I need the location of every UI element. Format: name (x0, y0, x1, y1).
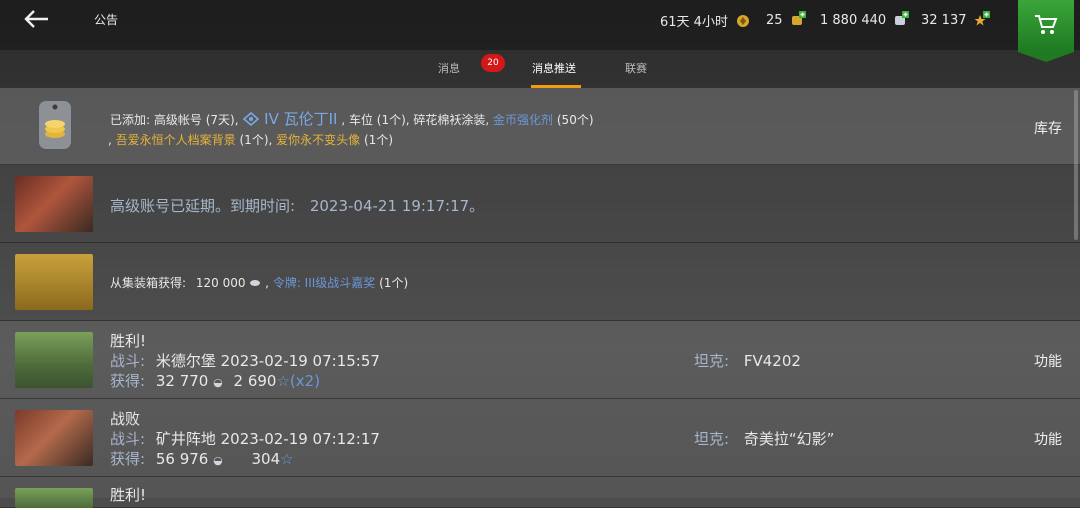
shop-button[interactable] (1018, 0, 1074, 62)
star-gold-icon[interactable] (974, 11, 990, 27)
gold-coins-icon[interactable] (790, 11, 806, 27)
silver-coin-icon (250, 280, 261, 286)
dog-tag-icon (37, 99, 73, 151)
battle-earnings: 获得: 56 976 ◒ 304☆ (110, 450, 294, 468)
battle-result: 胜利! (110, 486, 147, 504)
tank-tier-icon (243, 111, 260, 127)
reward-line-1: 已添加: 高级帐号 (7天), IV 瓦伦丁II , 车位 (1个), 碎花棉袄… (110, 110, 594, 128)
items-counter: 25 (766, 11, 806, 28)
battle-result: 战败 (110, 410, 141, 428)
battle-info: 战斗: 米德尔堡 2023-02-19 07:15:57 (110, 352, 380, 370)
premium-medal-icon (737, 15, 750, 27)
silver-coins-icon[interactable] (893, 11, 910, 27)
container-reward-text: 从集装箱获得: 120 000 , 令牌: III级战斗嘉奖 (1个) (110, 276, 409, 290)
gold-counter: 32 137 (921, 11, 990, 28)
battle-info: 战斗: 矿井阵地 2023-02-19 07:12:17 (110, 430, 380, 448)
reward-line-2: , 吾爱永恒个人档案背景 (1个), 爱你永不变头像 (1个) (108, 133, 393, 147)
battle-earnings: 获得: 32 770 ◒ 2 690☆(x2) (110, 372, 321, 390)
function-button[interactable]: 功能 (1034, 429, 1062, 449)
unread-badge: 20 (481, 54, 505, 72)
tank-thumbnail (15, 176, 93, 232)
premium-extended-text: 高级账号已延期。到期时间: 2023-04-21 19:17:17。 (110, 197, 485, 215)
cart-icon (1035, 15, 1058, 34)
reward-avatar: 爱你永不变头像 (276, 133, 361, 147)
token-reward: 令牌: III级战斗嘉奖 (272, 276, 376, 290)
premium-time: 61天 4小时 (660, 11, 751, 30)
reward-booster: 金币强化剂 (493, 113, 554, 127)
battle-result: 胜利! (110, 332, 147, 350)
xp-star-icon: ☆ (276, 372, 290, 390)
top-bar: 公告 61天 4小时 25 1 880 440 32 137 (0, 0, 1080, 62)
tab-league[interactable]: 联赛 (625, 60, 647, 76)
silver-coin-icon: ◒ (213, 454, 223, 467)
tank-thumbnail (15, 410, 93, 466)
inventory-button[interactable]: 库存 (1034, 118, 1062, 138)
battle-tank: 坦克: 奇美拉“幻影” (694, 430, 835, 448)
tank-thumbnail (15, 332, 93, 388)
function-button[interactable]: 功能 (1034, 351, 1062, 371)
xp-star-icon: ☆ (280, 450, 294, 468)
tab-bar: 消息 20 消息推送 联赛 (0, 54, 1080, 88)
battle-tank: 坦克: FV4202 (694, 352, 801, 370)
scrollbar[interactable] (1074, 90, 1078, 240)
page-title: 公告 (94, 13, 119, 27)
battle-result-victory[interactable]: 胜利! (0, 477, 1080, 508)
back-arrow-icon[interactable] (22, 8, 50, 30)
notification-container-reward[interactable]: 从集装箱获得: 120 000 , 令牌: III级战斗嘉奖 (1个) (0, 243, 1080, 321)
reward-profile-background: 吾爱永恒个人档案背景 (115, 133, 236, 147)
silver-coin-icon: ◒ (213, 376, 223, 389)
silver-counter: 1 880 440 (820, 11, 910, 28)
container-thumbnail (15, 254, 93, 310)
notification-premium-extended[interactable]: 高级账号已延期。到期时间: 2023-04-21 19:17:17。 (0, 165, 1080, 243)
tab-push-messages[interactable]: 消息推送 (532, 60, 576, 76)
reward-tank-name: IV 瓦伦丁II (264, 110, 338, 128)
battle-result-victory[interactable]: 胜利! 战斗: 米德尔堡 2023-02-19 07:15:57 获得: 32 … (0, 321, 1080, 399)
tab-messages[interactable]: 消息 (438, 60, 460, 76)
notification-rewards-added[interactable]: 已添加: 高级帐号 (7天), IV 瓦伦丁II , 车位 (1个), 碎花棉袄… (0, 88, 1080, 165)
battle-result-defeat[interactable]: 战败 战斗: 矿井阵地 2023-02-19 07:12:17 获得: 56 9… (0, 399, 1080, 477)
tank-thumbnail (15, 488, 93, 508)
